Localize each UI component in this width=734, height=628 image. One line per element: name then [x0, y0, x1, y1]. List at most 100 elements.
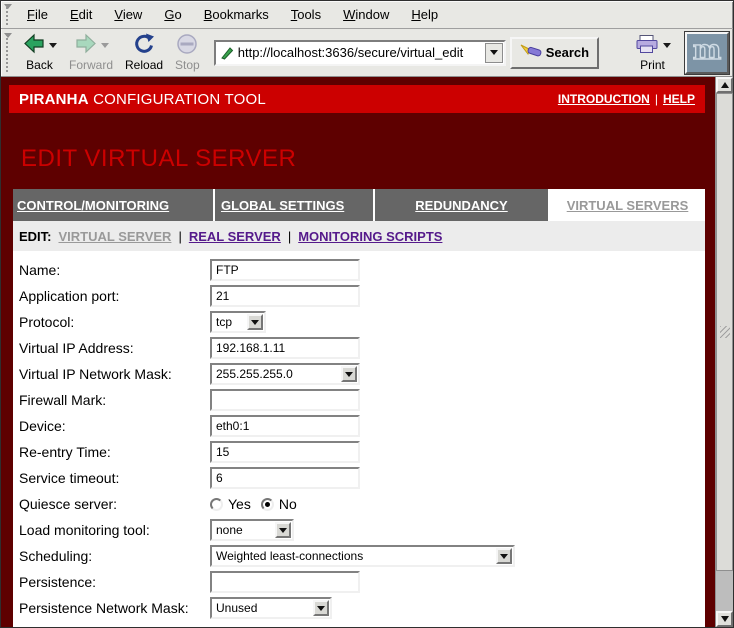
- print-icon: [634, 34, 660, 57]
- form-row-virtual-ip: Virtual IP Address:: [13, 335, 705, 361]
- menubar-grip-handle[interactable]: [4, 4, 13, 26]
- toolbar-grip-handle[interactable]: [4, 33, 13, 73]
- device-label: Device:: [13, 418, 210, 434]
- back-dropdown-caret-icon[interactable]: [49, 43, 57, 48]
- device-field[interactable]: [210, 415, 360, 437]
- persistence-label: Persistence:: [13, 574, 210, 590]
- url-input[interactable]: [237, 45, 485, 60]
- help-link[interactable]: HELP: [663, 92, 695, 106]
- virtual-ip-netmask-select[interactable]: 255.255.255.0: [210, 363, 360, 385]
- name-field[interactable]: [210, 259, 360, 281]
- persistence-netmask-select[interactable]: Unused: [210, 597, 332, 619]
- chevron-down-icon: [345, 372, 353, 377]
- menu-window[interactable]: Window: [332, 3, 400, 26]
- reload-label: Reload: [125, 58, 163, 72]
- application-port-label: Application port:: [13, 288, 210, 304]
- select-dropdown-button[interactable]: [341, 366, 357, 382]
- form-row-persistence: Persistence:: [13, 569, 705, 595]
- browser-content-area: PIRANHA CONFIGURATION TOOL INTRODUCTION …: [1, 77, 733, 627]
- header-link-separator: |: [655, 92, 658, 106]
- page-proxy-icon[interactable]: [220, 46, 234, 60]
- menu-file[interactable]: File: [16, 3, 59, 26]
- scroll-down-button[interactable]: [716, 611, 733, 627]
- reentry-time-field[interactable]: [210, 441, 360, 463]
- brand-rest-text: CONFIGURATION TOOL: [89, 91, 266, 108]
- persistence-field[interactable]: [210, 571, 360, 593]
- menu-help[interactable]: Help: [400, 3, 449, 26]
- virtual-ip-netmask-label: Virtual IP Network Mask:: [13, 366, 210, 382]
- virtual-ip-field[interactable]: [210, 337, 360, 359]
- forward-dropdown-caret-icon: [101, 43, 109, 48]
- form-row-device: Device:: [13, 413, 705, 439]
- mozilla-logo-button[interactable]: m: [685, 32, 729, 74]
- scheduling-select[interactable]: Weighted least-connections: [210, 545, 515, 567]
- edit-prefix: EDIT:: [19, 229, 52, 244]
- virtual-ip-netmask-value: 255.255.255.0: [216, 367, 293, 381]
- forward-button[interactable]: Forward: [63, 31, 119, 75]
- menu-bar: File Edit View Go Bookmarks Tools Window…: [1, 1, 733, 29]
- quiesce-no-option[interactable]: No: [261, 496, 297, 512]
- load-monitoring-label: Load monitoring tool:: [13, 522, 210, 538]
- name-label: Name:: [13, 262, 210, 278]
- forward-icon: [74, 33, 98, 58]
- select-dropdown-button[interactable]: [247, 314, 263, 330]
- piranha-brand: PIRANHA CONFIGURATION TOOL: [19, 91, 266, 108]
- protocol-value: tcp: [216, 315, 232, 329]
- quiesce-yes-option[interactable]: Yes: [210, 496, 251, 512]
- scheduling-value: Weighted least-connections: [216, 549, 363, 563]
- select-dropdown-button[interactable]: [275, 522, 291, 538]
- scroll-up-button[interactable]: [716, 77, 733, 93]
- firewall-mark-field[interactable]: [210, 389, 360, 411]
- subnav-monitoring-scripts[interactable]: MONITORING SCRIPTS: [298, 229, 442, 244]
- tab-label: VIRTUAL SERVERS: [567, 198, 689, 213]
- search-flashlight-icon: [520, 43, 542, 62]
- persistence-netmask-value: Unused: [216, 601, 257, 615]
- tab-global-settings[interactable]: GLOBAL SETTINGS: [215, 189, 373, 221]
- back-button[interactable]: Back: [16, 31, 63, 75]
- stop-label: Stop: [175, 58, 200, 72]
- menu-bookmarks[interactable]: Bookmarks: [193, 3, 280, 26]
- tab-label: GLOBAL SETTINGS: [221, 198, 344, 213]
- menu-tools[interactable]: Tools: [280, 3, 332, 26]
- radio-checked-icon[interactable]: [261, 498, 274, 511]
- protocol-select[interactable]: tcp: [210, 311, 266, 333]
- menu-view[interactable]: View: [103, 3, 153, 26]
- tab-virtual-servers[interactable]: VIRTUAL SERVERS: [550, 189, 705, 221]
- url-history-dropdown-button[interactable]: [485, 43, 503, 63]
- tab-control-monitoring[interactable]: CONTROL/MONITORING: [13, 189, 213, 221]
- menu-edit[interactable]: Edit: [59, 3, 103, 26]
- quiesce-no-label: No: [279, 496, 297, 512]
- scrollbar-track[interactable]: [716, 571, 733, 611]
- service-timeout-field[interactable]: [210, 467, 360, 489]
- protocol-label: Protocol:: [13, 314, 210, 330]
- search-button[interactable]: Search: [510, 37, 599, 69]
- form-row-scheduling: Scheduling: Weighted least-connections: [13, 543, 705, 569]
- subnav-virtual-server[interactable]: VIRTUAL SERVER: [59, 229, 172, 244]
- chevron-down-icon: [251, 320, 259, 325]
- header-links: INTRODUCTION | HELP: [558, 92, 695, 106]
- tab-redundancy[interactable]: REDUNDANCY: [375, 189, 548, 221]
- piranha-header-bar: PIRANHA CONFIGURATION TOOL INTRODUCTION …: [9, 85, 705, 113]
- reload-icon: [132, 33, 156, 58]
- chevron-down-icon: [317, 606, 325, 611]
- form-row-reentry-time: Re-entry Time:: [13, 439, 705, 465]
- select-dropdown-button[interactable]: [496, 548, 512, 564]
- radio-unchecked-icon[interactable]: [210, 498, 223, 511]
- print-dropdown-caret-icon[interactable]: [663, 43, 671, 48]
- application-port-field[interactable]: [210, 285, 360, 307]
- service-timeout-label: Service timeout:: [13, 470, 210, 486]
- print-button[interactable]: Print: [628, 31, 677, 75]
- subnav-real-server[interactable]: REAL SERVER: [189, 229, 281, 244]
- reload-button[interactable]: Reload: [119, 31, 169, 75]
- introduction-link[interactable]: INTRODUCTION: [558, 92, 650, 106]
- scrollbar-thumb[interactable]: [716, 93, 733, 571]
- stop-button[interactable]: Stop: [169, 31, 206, 75]
- form-row-quiesce-server: Quiesce server: Yes No: [13, 491, 705, 517]
- virtual-server-form: Name: Application port: Protocol: tcp: [13, 251, 705, 627]
- select-dropdown-button[interactable]: [313, 600, 329, 616]
- tab-label: CONTROL/MONITORING: [17, 198, 169, 213]
- menu-go[interactable]: Go: [153, 3, 192, 26]
- load-monitoring-select[interactable]: none: [210, 519, 294, 541]
- chevron-down-icon: [490, 50, 498, 55]
- vertical-scrollbar: [715, 77, 733, 627]
